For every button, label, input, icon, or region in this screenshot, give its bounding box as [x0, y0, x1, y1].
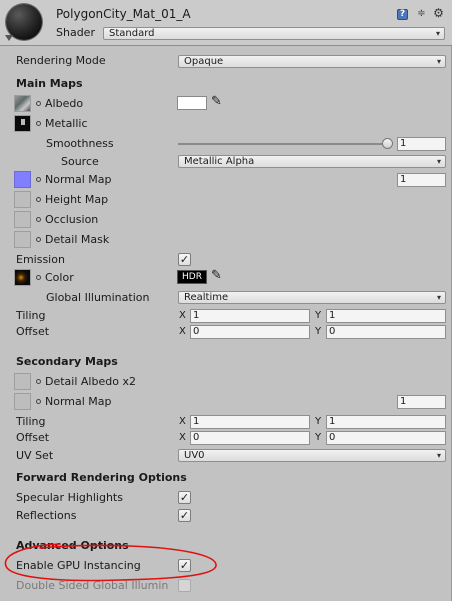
- secondary-tiling-label: Tiling: [16, 415, 46, 428]
- detail-albedo-thumbnail[interactable]: [14, 373, 31, 390]
- rendering-mode-label: Rendering Mode: [16, 54, 106, 67]
- main-offset-y-label: Y: [315, 326, 322, 337]
- metallic-label: Metallic: [45, 117, 88, 130]
- occlusion-label: Occlusion: [45, 213, 99, 226]
- shader-dropdown[interactable]: Standard ▾: [103, 27, 445, 40]
- main-offset-x-label: X: [179, 326, 186, 337]
- secondary-normal-map-thumbnail[interactable]: [14, 393, 31, 410]
- rendering-mode-dropdown[interactable]: Opaque ▾: [178, 55, 446, 68]
- inspector-header: PolygonCity_Mat_01_A Shader Standard ▾ ?…: [0, 0, 452, 46]
- specular-highlights-checkbox[interactable]: ✓: [178, 491, 191, 504]
- normal-map-thumbnail[interactable]: [14, 171, 31, 188]
- secondary-offset-x-label: X: [179, 432, 186, 443]
- emission-texture-thumbnail[interactable]: [14, 269, 31, 286]
- detail-albedo-label: Detail Albedo x2: [45, 375, 136, 388]
- normal-map-picker-icon[interactable]: [36, 177, 41, 182]
- dropdown-arrow-icon: ▾: [436, 451, 441, 460]
- secondary-tiling-x-label: X: [179, 416, 186, 427]
- metallic-texture-thumbnail[interactable]: [14, 115, 31, 132]
- foldout-arrow-icon[interactable]: [5, 35, 13, 41]
- global-illumination-label: Global Illumination: [46, 291, 150, 304]
- detail-mask-label: Detail Mask: [45, 233, 110, 246]
- help-icon[interactable]: ?: [397, 9, 408, 20]
- dropdown-arrow-icon: ▾: [436, 57, 441, 66]
- main-tiling-x-field[interactable]: 1: [190, 309, 310, 323]
- rendering-mode-value: Opaque: [184, 56, 224, 67]
- eyedropper-icon[interactable]: ✎: [211, 269, 222, 283]
- gpu-instancing-checkbox[interactable]: ✓: [178, 559, 191, 572]
- uv-set-value: UV0: [184, 450, 205, 461]
- main-offset-x-field[interactable]: 0: [190, 325, 310, 339]
- uv-set-label: UV Set: [16, 449, 54, 462]
- global-illumination-value: Realtime: [184, 292, 229, 303]
- source-label: Source: [61, 155, 99, 168]
- main-tiling-y-label: Y: [315, 310, 322, 321]
- secondary-tiling-y-field[interactable]: 1: [326, 415, 446, 429]
- height-map-picker-icon[interactable]: [36, 197, 41, 202]
- main-tiling-y-field[interactable]: 1: [326, 309, 446, 323]
- secondary-offset-y-label: Y: [315, 432, 322, 443]
- reflections-label: Reflections: [16, 509, 77, 522]
- secondary-offset-x-field[interactable]: 0: [190, 431, 310, 445]
- detail-mask-picker-icon[interactable]: [36, 237, 41, 242]
- main-offset-y-field[interactable]: 0: [326, 325, 446, 339]
- height-map-label: Height Map: [45, 193, 109, 206]
- double-sided-gi-checkbox[interactable]: [178, 579, 191, 592]
- advanced-options-heading: Advanced Options: [16, 539, 129, 552]
- normal-map-label: Normal Map: [45, 173, 112, 186]
- source-value: Metallic Alpha: [184, 156, 255, 167]
- albedo-texture-thumbnail[interactable]: [14, 95, 31, 112]
- global-illumination-dropdown[interactable]: Realtime ▾: [178, 291, 446, 304]
- secondary-tiling-y-label: Y: [315, 416, 322, 427]
- emission-checkbox[interactable]: ✓: [178, 253, 191, 266]
- smoothness-label: Smoothness: [46, 137, 114, 150]
- smoothness-value-field[interactable]: 1: [397, 137, 446, 151]
- emission-picker-icon[interactable]: [36, 275, 41, 280]
- smoothness-slider-track[interactable]: [178, 143, 390, 145]
- material-name: PolygonCity_Mat_01_A: [56, 7, 191, 21]
- smoothness-slider-handle[interactable]: [382, 138, 393, 149]
- main-offset-label: Offset: [16, 325, 50, 338]
- albedo-label: Albedo: [45, 97, 84, 110]
- material-inspector: PolygonCity_Mat_01_A Shader Standard ▾ ?…: [0, 0, 452, 601]
- secondary-normal-map-scale-field[interactable]: 1: [397, 395, 446, 409]
- dropdown-arrow-icon: ▾: [436, 293, 441, 302]
- secondary-normal-map-label: Normal Map: [45, 395, 112, 408]
- normal-map-scale-field[interactable]: 1: [397, 173, 446, 187]
- emission-hdr-color-field[interactable]: HDR: [177, 270, 207, 284]
- emission-label: Emission: [16, 253, 65, 266]
- gear-icon[interactable]: ⚙: [433, 7, 444, 19]
- source-dropdown[interactable]: Metallic Alpha ▾: [178, 155, 446, 168]
- main-tiling-label: Tiling: [16, 309, 46, 322]
- forward-rendering-heading: Forward Rendering Options: [16, 471, 187, 484]
- secondary-normal-map-picker-icon[interactable]: [36, 399, 41, 404]
- reflections-checkbox[interactable]: ✓: [178, 509, 191, 522]
- main-maps-heading: Main Maps: [16, 77, 83, 90]
- detail-albedo-picker-icon[interactable]: [36, 379, 41, 384]
- occlusion-thumbnail[interactable]: [14, 211, 31, 228]
- main-tiling-x-label: X: [179, 310, 186, 321]
- metallic-thumbnail-detail: [21, 119, 25, 125]
- shader-label: Shader: [56, 26, 95, 39]
- uv-set-dropdown[interactable]: UV0 ▾: [178, 449, 446, 462]
- secondary-offset-label: Offset: [16, 431, 50, 444]
- detail-mask-thumbnail[interactable]: [14, 231, 31, 248]
- secondary-tiling-x-field[interactable]: 1: [190, 415, 310, 429]
- settings-icon[interactable]: ≑: [416, 9, 427, 20]
- dropdown-arrow-icon: ▾: [435, 29, 440, 38]
- gpu-instancing-label: Enable GPU Instancing: [16, 559, 141, 572]
- color-label: Color: [45, 271, 74, 284]
- eyedropper-icon[interactable]: ✎: [211, 95, 222, 109]
- specular-highlights-label: Specular Highlights: [16, 491, 123, 504]
- metallic-picker-icon[interactable]: [36, 121, 41, 126]
- albedo-picker-icon[interactable]: [36, 101, 41, 106]
- secondary-offset-y-field[interactable]: 0: [326, 431, 446, 445]
- double-sided-gi-label: Double Sided Global Illumin: [16, 579, 169, 592]
- height-map-thumbnail[interactable]: [14, 191, 31, 208]
- secondary-maps-heading: Secondary Maps: [16, 355, 118, 368]
- dropdown-arrow-icon: ▾: [436, 157, 441, 166]
- shader-value: Standard: [109, 28, 155, 39]
- albedo-color-field[interactable]: [177, 96, 207, 110]
- occlusion-picker-icon[interactable]: [36, 217, 41, 222]
